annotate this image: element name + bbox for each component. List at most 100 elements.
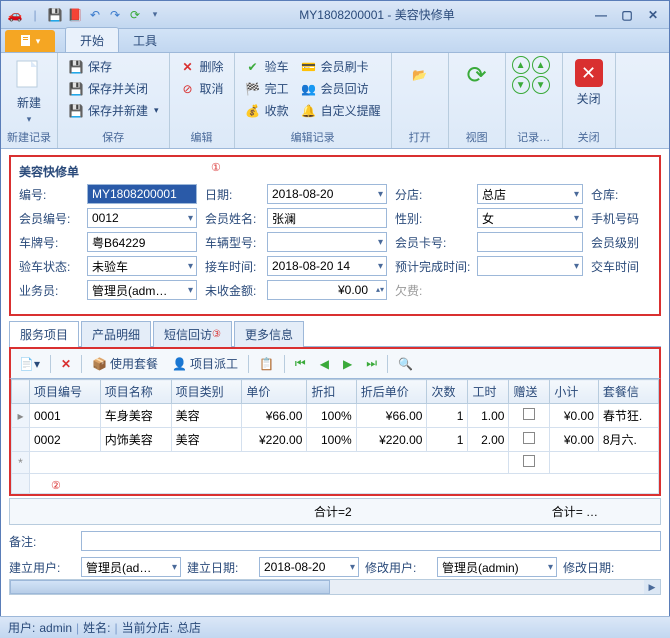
- input-mod-user[interactable]: 管理员(admin): [437, 557, 557, 577]
- status-user: admin: [39, 621, 72, 635]
- gift-checkbox[interactable]: [509, 428, 550, 452]
- tab-product[interactable]: 产品明细: [81, 321, 151, 347]
- input-create-date[interactable]: 2018-08-20: [259, 557, 359, 577]
- member-card-button[interactable]: 💳会员刷卡: [297, 56, 385, 77]
- col-disc[interactable]: 折扣: [307, 380, 356, 404]
- col-subtotal[interactable]: 小计: [550, 380, 598, 404]
- ribbon-tabs: ▾ 开始 工具: [1, 29, 669, 53]
- nav-prev-icon[interactable]: ▲: [532, 56, 550, 74]
- open-button[interactable]: 📂: [398, 56, 442, 109]
- label-model: 车辆型号:: [197, 234, 267, 251]
- input-date[interactable]: 2018-08-20: [267, 184, 387, 204]
- label-salesman: 业务员:: [19, 282, 87, 299]
- label-member-level: 会员级别: [583, 234, 643, 251]
- close-rec-button[interactable]: ✕关闭: [569, 56, 609, 110]
- custom-remind-button[interactable]: 🔔自定义提醒: [297, 100, 385, 121]
- group-save-label: 保存: [64, 128, 163, 146]
- new-row[interactable]: *: [12, 452, 659, 474]
- input-no[interactable]: MY1808200001: [87, 184, 197, 204]
- tab-tools[interactable]: 工具: [119, 28, 171, 52]
- tb-assign[interactable]: 👤项目派工: [168, 353, 242, 374]
- col-gift[interactable]: 赠送: [509, 380, 550, 404]
- cancel-button[interactable]: ⊘取消: [176, 78, 228, 99]
- view-button[interactable]: ⟳: [455, 56, 499, 109]
- tb-copy-icon[interactable]: 📋: [255, 355, 278, 373]
- save-new-button[interactable]: 💾保存并新建▾: [64, 100, 163, 121]
- label-create-date: 建立日期:: [187, 559, 253, 576]
- col-pkg[interactable]: 套餐信: [598, 380, 658, 404]
- app-menu-button[interactable]: ▾: [5, 30, 55, 52]
- tb-delete-icon[interactable]: ✕: [57, 355, 75, 373]
- label-deliver-time: 交车时间: [583, 258, 643, 275]
- save-close-button[interactable]: 💾保存并关闭: [64, 78, 163, 99]
- tb-next-icon[interactable]: ▶: [339, 355, 356, 373]
- gift-checkbox[interactable]: [509, 452, 550, 474]
- input-expect-time[interactable]: [477, 256, 583, 276]
- input-salesman[interactable]: 管理员(adm…: [87, 280, 197, 300]
- tab-sms[interactable]: 短信回访③: [153, 321, 232, 347]
- label-gender: 性别:: [387, 210, 477, 227]
- new-button[interactable]: 新建 ▾: [7, 56, 51, 128]
- gift-checkbox[interactable]: [509, 404, 550, 428]
- tb-first-icon[interactable]: ⏮: [291, 354, 310, 373]
- col-name[interactable]: 项目名称: [100, 380, 171, 404]
- complete-button[interactable]: 🏁完工: [241, 78, 293, 99]
- col-times[interactable]: 次数: [427, 380, 468, 404]
- tab-more[interactable]: 更多信息: [234, 321, 304, 347]
- input-remark[interactable]: [81, 531, 661, 551]
- input-unpaid[interactable]: ¥0.00: [267, 280, 387, 300]
- label-member-no: 会员编号:: [19, 210, 87, 227]
- input-gender[interactable]: 女: [477, 208, 583, 228]
- minimize-button[interactable]: —: [591, 8, 611, 22]
- tb-last-icon[interactable]: ⏭: [362, 354, 381, 373]
- h-scrollbar[interactable]: ◀ ▶: [9, 579, 661, 595]
- col-no[interactable]: 项目编号: [30, 380, 101, 404]
- input-member-card[interactable]: [477, 232, 583, 252]
- input-create-user[interactable]: 管理员(ad…: [81, 557, 181, 577]
- input-receive-time[interactable]: 2018-08-20 14: [267, 256, 387, 276]
- input-branch[interactable]: 总店: [477, 184, 583, 204]
- delete-button[interactable]: ✕删除: [176, 56, 228, 77]
- input-member-name[interactable]: 张澜: [267, 208, 387, 228]
- tb-new-icon[interactable]: 📄▾: [15, 355, 44, 373]
- save-icon[interactable]: 💾: [47, 7, 63, 23]
- col-hours[interactable]: 工时: [468, 380, 509, 404]
- label-no: 编号:: [19, 186, 87, 203]
- input-plate[interactable]: 粤B64229: [87, 232, 197, 252]
- scroll-thumb[interactable]: [10, 580, 330, 594]
- group-view: ⟳ 视图: [449, 53, 506, 148]
- table-row[interactable]: 0002 内饰美容 美容 ¥220.00 100% ¥220.00 1 2.00…: [12, 428, 659, 452]
- redo-icon[interactable]: ↷: [107, 7, 123, 23]
- input-model[interactable]: [267, 232, 387, 252]
- collect-button[interactable]: 💰收款: [241, 100, 293, 121]
- qat-dropdown-icon[interactable]: ▾: [147, 7, 163, 23]
- people-icon: 👥: [301, 81, 317, 97]
- save-button[interactable]: 💾保存: [64, 56, 163, 77]
- close-button[interactable]: ✕: [643, 8, 663, 22]
- input-check-status[interactable]: 未验车: [87, 256, 197, 276]
- nav-next-icon[interactable]: ▼: [512, 76, 530, 94]
- maximize-button[interactable]: ▢: [617, 8, 637, 22]
- table-row[interactable]: ▸ 0001 车身美容 美容 ¥66.00 100% ¥66.00 1 1.00…: [12, 404, 659, 428]
- member-visit-button[interactable]: 👥会员回访: [297, 78, 385, 99]
- tb-prev-icon[interactable]: ◀: [316, 355, 333, 373]
- tab-service[interactable]: 服务项目: [9, 321, 79, 347]
- status-bar: 用户: admin | 姓名: | 当前分店: 总店: [0, 616, 670, 638]
- service-grid[interactable]: 项目编号 项目名称 项目类别 单价 折扣 折后单价 次数 工时 赠送 小计 套餐…: [11, 379, 659, 494]
- tab-start[interactable]: 开始: [65, 27, 119, 52]
- refresh-icon[interactable]: ⟳: [127, 7, 143, 23]
- tb-filter-icon[interactable]: 🔍: [394, 355, 417, 373]
- nav-last-icon[interactable]: ▼: [532, 76, 550, 94]
- save-close-icon[interactable]: 📕: [67, 7, 83, 23]
- status-branch-label: 当前分店:: [122, 619, 173, 636]
- col-dprice[interactable]: 折后单价: [356, 380, 427, 404]
- col-cat[interactable]: 项目类别: [171, 380, 242, 404]
- input-member-no[interactable]: 0012: [87, 208, 197, 228]
- check-button[interactable]: ✔验车: [241, 56, 293, 77]
- new-doc-icon: [13, 59, 45, 91]
- col-price[interactable]: 单价: [242, 380, 307, 404]
- tb-use-pkg[interactable]: 📦使用套餐: [88, 353, 162, 374]
- nav-first-icon[interactable]: ▲: [512, 56, 530, 74]
- undo-icon[interactable]: ↶: [87, 7, 103, 23]
- scroll-right-icon[interactable]: ▶: [644, 580, 660, 594]
